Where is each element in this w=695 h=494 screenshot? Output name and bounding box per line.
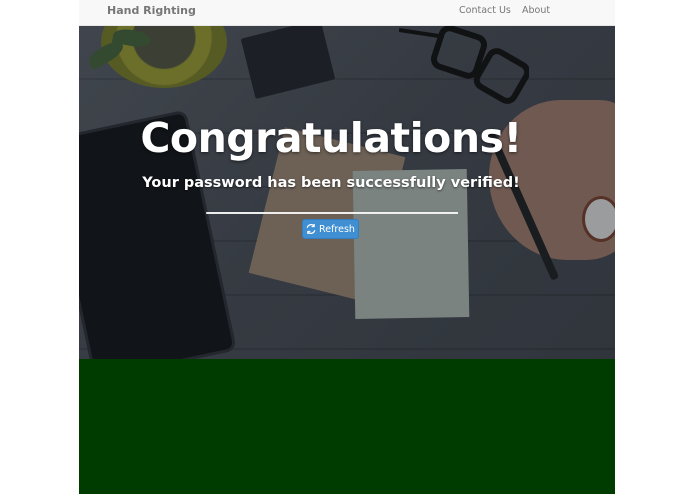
- page: Hand Righting Contact Us About Congratul…: [79, 0, 615, 494]
- refresh-button-label: Refresh: [319, 223, 355, 235]
- hero-section: Congratulations! Your password has been …: [79, 26, 615, 359]
- refresh-icon: [306, 224, 316, 234]
- nav-link-contact-us[interactable]: Contact Us: [459, 4, 511, 18]
- footer-band: [79, 359, 615, 494]
- page-subtitle: Your password has been successfully veri…: [142, 175, 520, 191]
- nav-link-about[interactable]: About: [522, 4, 550, 18]
- brand-link[interactable]: Hand Righting: [107, 4, 196, 18]
- page-title: Congratulations!: [140, 114, 522, 162]
- refresh-button[interactable]: Refresh: [302, 219, 359, 239]
- navbar: Hand Righting Contact Us About: [79, 0, 615, 26]
- divider: [206, 212, 458, 214]
